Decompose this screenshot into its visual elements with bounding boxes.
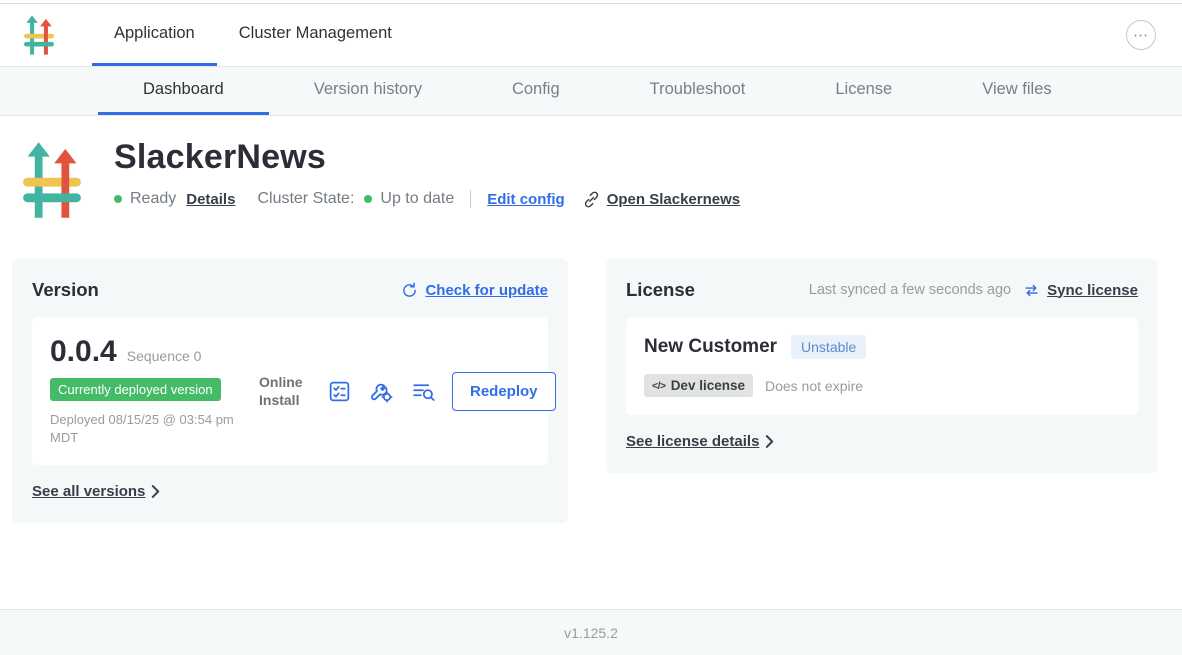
see-license-details-label: See license details [626, 433, 759, 450]
sequence-label: Sequence 0 [127, 348, 202, 364]
redeploy-button[interactable]: Redeploy [452, 372, 556, 411]
tab-cluster-management[interactable]: Cluster Management [217, 4, 414, 66]
chevron-right-icon [151, 485, 160, 498]
version-number: 0.0.4 [50, 335, 117, 369]
divider [470, 190, 471, 208]
tab-application[interactable]: Application [92, 4, 217, 66]
sync-license-label: Sync license [1047, 282, 1138, 299]
cluster-state-dot [364, 195, 372, 203]
checklist-icon [327, 379, 352, 404]
app-logo-icon [23, 140, 81, 220]
license-type-badge: </> Dev license [644, 374, 753, 397]
tab-cluster-management-label: Cluster Management [239, 24, 392, 43]
configure-button[interactable] [369, 379, 394, 404]
version-action-icons [327, 379, 436, 404]
tab-application-label: Application [114, 24, 195, 43]
sync-icon [1023, 282, 1040, 299]
license-panel: New Customer Unstable </> Dev license Do… [626, 317, 1138, 415]
deployed-timestamp: Deployed 08/15/25 @ 03:54 pm MDT [50, 411, 235, 447]
ready-status-dot [114, 195, 122, 203]
app-header-text: SlackerNews Ready Details Cluster State:… [114, 138, 740, 225]
dashboard-main: SlackerNews Ready Details Cluster State:… [0, 116, 1182, 523]
link-icon [583, 191, 600, 208]
version-card: Version Check for update 0.0.4 Sequence … [12, 259, 568, 523]
logs-search-icon [411, 379, 436, 404]
app-logo-icon [24, 14, 54, 56]
console-version: v1.125.2 [564, 625, 618, 641]
wrench-gear-icon [369, 379, 394, 404]
subnav-item-troubleshoot[interactable]: Troubleshoot [605, 67, 791, 115]
see-all-versions-label: See all versions [32, 483, 145, 500]
edit-config-link[interactable]: Edit config [487, 191, 565, 208]
license-header-right: Last synced a few seconds ago Sync licen… [809, 282, 1138, 299]
license-type-label: Dev license [671, 378, 745, 393]
details-link[interactable]: Details [186, 191, 235, 208]
channel-badge: Unstable [791, 335, 866, 359]
cluster-state-label: Cluster State: [257, 190, 354, 208]
view-logs-button[interactable] [411, 379, 436, 404]
subnav-item-config[interactable]: Config [467, 67, 605, 115]
subnav-item-version-history[interactable]: Version history [269, 67, 467, 115]
license-card-title: License [626, 279, 695, 301]
license-customer-row: New Customer Unstable [644, 335, 1120, 359]
version-card-header: Version Check for update [32, 279, 548, 301]
current-version-panel: 0.0.4 Sequence 0 Currently deployed vers… [32, 317, 548, 465]
ellipsis-icon: ⋯ [1133, 28, 1149, 43]
customer-name: New Customer [644, 336, 777, 358]
see-all-versions-link[interactable]: See all versions [32, 483, 160, 500]
license-type-row: </> Dev license Does not expire [644, 374, 1120, 397]
version-info: 0.0.4 Sequence 0 Currently deployed vers… [50, 335, 255, 447]
license-card-header: License Last synced a few seconds ago Sy… [626, 279, 1138, 301]
sync-license-link[interactable]: Sync license [1023, 282, 1138, 299]
app-status-row: Ready Details Cluster State: Up to date … [114, 190, 740, 208]
dashboard-cards: Version Check for update 0.0.4 Sequence … [0, 225, 1182, 523]
ready-status-label: Ready [130, 190, 176, 208]
subnav-item-dashboard[interactable]: Dashboard [98, 67, 269, 115]
app-logo-large [23, 140, 81, 225]
last-synced-label: Last synced a few seconds ago [809, 282, 1011, 298]
top-nav-bar: Application Cluster Management ⋯ [0, 4, 1182, 67]
chevron-right-icon [765, 435, 774, 448]
subnav-item-license[interactable]: License [790, 67, 937, 115]
version-number-row: 0.0.4 Sequence 0 [50, 335, 255, 369]
see-license-details-link[interactable]: See license details [626, 433, 774, 450]
app-subnav: Dashboard Version history Config Trouble… [0, 67, 1182, 116]
refresh-icon [401, 282, 418, 299]
check-for-update-link[interactable]: Check for update [401, 282, 548, 299]
app-title: SlackerNews [114, 138, 740, 177]
app-logo-small [24, 14, 54, 56]
check-for-update-label: Check for update [425, 282, 548, 299]
more-menu-button[interactable]: ⋯ [1126, 20, 1156, 50]
expiration-label: Does not expire [765, 378, 863, 394]
app-header: SlackerNews Ready Details Cluster State:… [0, 116, 1182, 225]
license-card: License Last synced a few seconds ago Sy… [606, 259, 1158, 473]
version-card-title: Version [32, 279, 99, 301]
open-app-label: Open Slackernews [607, 191, 740, 208]
footer: v1.125.2 [0, 609, 1182, 655]
release-notes-button[interactable] [327, 379, 352, 404]
deployed-status-badge: Currently deployed version [50, 378, 221, 401]
subnav-item-view-files[interactable]: View files [937, 67, 1096, 115]
open-app-link[interactable]: Open Slackernews [583, 191, 740, 208]
code-icon: </> [652, 380, 666, 392]
install-type-label: Online Install [259, 373, 313, 409]
top-tabs: Application Cluster Management [92, 4, 414, 66]
cluster-state-value: Up to date [380, 190, 454, 208]
